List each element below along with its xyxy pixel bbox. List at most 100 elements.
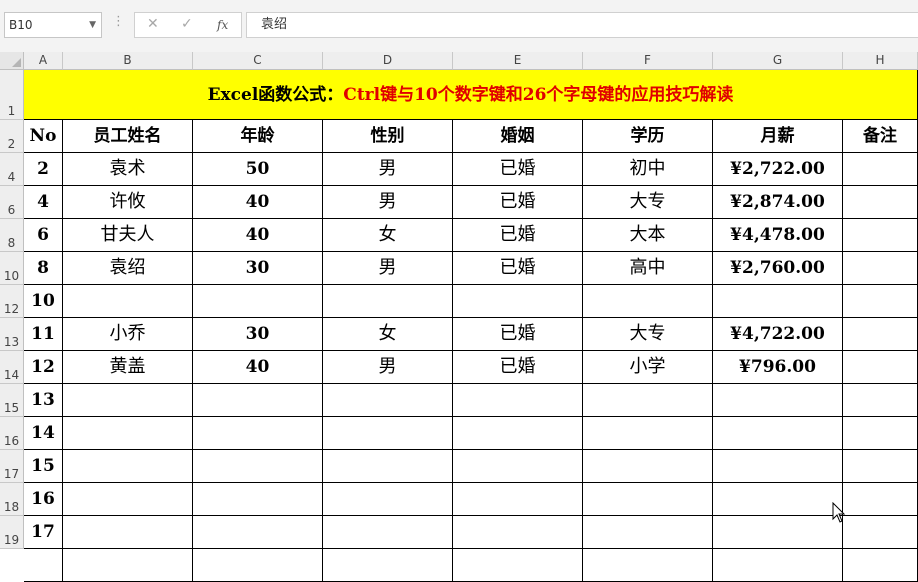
table-cell[interactable]: 40	[193, 219, 323, 252]
table-cell[interactable]	[323, 516, 453, 549]
table-cell[interactable]	[583, 384, 713, 417]
table-cell[interactable]: 30	[193, 252, 323, 285]
table-cell[interactable]: 4	[24, 186, 63, 219]
table-cell[interactable]	[713, 384, 843, 417]
cancel-icon[interactable]: ✕	[147, 16, 159, 32]
table-cell[interactable]	[453, 285, 583, 318]
row-header[interactable]: 15	[0, 384, 24, 417]
enter-icon[interactable]: ✓	[181, 16, 193, 32]
table-cell[interactable]	[453, 417, 583, 450]
table-cell[interactable]: 大专	[583, 318, 713, 351]
table-cell[interactable]: 14	[24, 417, 63, 450]
table-cell[interactable]: 大本	[583, 219, 713, 252]
table-header-cell[interactable]: 月薪	[713, 120, 843, 153]
table-cell[interactable]	[193, 450, 323, 483]
row-header[interactable]: 8	[0, 219, 24, 252]
table-cell[interactable]	[63, 285, 193, 318]
table-cell[interactable]	[63, 483, 193, 516]
more-options-icon[interactable]: ⋮	[112, 14, 125, 29]
chevron-down-icon[interactable]: ▼	[89, 13, 96, 37]
table-cell[interactable]	[583, 450, 713, 483]
row-header[interactable]: 6	[0, 186, 24, 219]
table-cell[interactable]	[63, 516, 193, 549]
table-cell[interactable]	[63, 417, 193, 450]
table-cell[interactable]	[713, 417, 843, 450]
row-header[interactable]: 2	[0, 120, 24, 153]
table-cell[interactable]: 40	[193, 186, 323, 219]
column-header-b[interactable]: B	[63, 52, 193, 70]
table-cell[interactable]	[323, 417, 453, 450]
select-all-button[interactable]	[0, 52, 24, 70]
table-cell[interactable]: 女	[323, 318, 453, 351]
table-cell[interactable]	[843, 450, 918, 483]
table-cell[interactable]	[453, 450, 583, 483]
table-cell[interactable]: ¥4,722.00	[713, 318, 843, 351]
row-header[interactable]: 17	[0, 450, 24, 483]
table-cell[interactable]: 女	[323, 219, 453, 252]
table-cell[interactable]	[713, 483, 843, 516]
table-cell[interactable]: 6	[24, 219, 63, 252]
table-header-cell[interactable]: No	[24, 120, 63, 153]
table-cell[interactable]	[453, 384, 583, 417]
table-cell[interactable]: 已婚	[453, 219, 583, 252]
table-cell[interactable]	[63, 450, 193, 483]
table-cell[interactable]: 小学	[583, 351, 713, 384]
table-cell[interactable]: 17	[24, 516, 63, 549]
table-cell[interactable]	[843, 318, 918, 351]
table-cell[interactable]	[713, 516, 843, 549]
table-cell[interactable]: ¥2,874.00	[713, 186, 843, 219]
column-header-d[interactable]: D	[323, 52, 453, 70]
table-cell[interactable]	[583, 417, 713, 450]
table-cell[interactable]: 2	[24, 153, 63, 186]
table-cell[interactable]	[193, 384, 323, 417]
column-header-e[interactable]: E	[453, 52, 583, 70]
table-cell[interactable]: 初中	[583, 153, 713, 186]
table-cell[interactable]: 13	[24, 384, 63, 417]
table-cell[interactable]: 已婚	[453, 153, 583, 186]
table-cell[interactable]	[63, 384, 193, 417]
row-header[interactable]: 13	[0, 318, 24, 351]
table-cell[interactable]	[843, 285, 918, 318]
table-cell[interactable]	[843, 153, 918, 186]
table-cell[interactable]: 已婚	[453, 351, 583, 384]
table-cell[interactable]: 已婚	[453, 186, 583, 219]
table-cell[interactable]	[193, 285, 323, 318]
table-cell[interactable]: 8	[24, 252, 63, 285]
table-cell[interactable]: 高中	[583, 252, 713, 285]
row-header[interactable]: 4	[0, 153, 24, 186]
table-cell[interactable]	[843, 417, 918, 450]
table-header-cell[interactable]: 年龄	[193, 120, 323, 153]
table-cell[interactable]: 40	[193, 351, 323, 384]
table-cell[interactable]	[843, 351, 918, 384]
table-cell[interactable]: 11	[24, 318, 63, 351]
table-cell[interactable]: 男	[323, 186, 453, 219]
table-cell[interactable]	[453, 483, 583, 516]
table-cell[interactable]: 大专	[583, 186, 713, 219]
table-cell[interactable]	[583, 285, 713, 318]
table-cell[interactable]: 16	[24, 483, 63, 516]
row-header[interactable]: 16	[0, 417, 24, 450]
formula-input[interactable]: 袁绍	[246, 12, 918, 38]
table-cell[interactable]: 袁绍	[63, 252, 193, 285]
row-header[interactable]: 1	[0, 70, 24, 120]
table-cell[interactable]	[453, 516, 583, 549]
row-header[interactable]: 19	[0, 516, 24, 549]
table-cell[interactable]: 男	[323, 252, 453, 285]
table-header-cell[interactable]: 员工姓名	[63, 120, 193, 153]
row-header[interactable]: 10	[0, 252, 24, 285]
table-header-cell[interactable]: 备注	[843, 120, 918, 153]
table-cell[interactable]	[193, 483, 323, 516]
table-cell[interactable]	[843, 252, 918, 285]
table-cell[interactable]: 已婚	[453, 318, 583, 351]
table-cell[interactable]	[323, 384, 453, 417]
table-cell[interactable]: 男	[323, 153, 453, 186]
table-cell[interactable]: 甘夫人	[63, 219, 193, 252]
table-cell[interactable]: 50	[193, 153, 323, 186]
row-header[interactable]: 14	[0, 351, 24, 384]
table-cell[interactable]	[323, 450, 453, 483]
table-cell[interactable]: 男	[323, 351, 453, 384]
table-cell[interactable]	[713, 285, 843, 318]
table-cell[interactable]: 小乔	[63, 318, 193, 351]
table-cell[interactable]	[323, 285, 453, 318]
table-cell[interactable]: ¥2,722.00	[713, 153, 843, 186]
